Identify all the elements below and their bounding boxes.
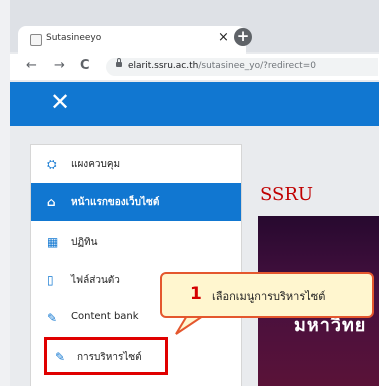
screenshot-frame: Sutasineeyo × + ← → C elarit.ssru.ac.th/… (10, 0, 379, 386)
callout-tail-cover (190, 312, 204, 316)
